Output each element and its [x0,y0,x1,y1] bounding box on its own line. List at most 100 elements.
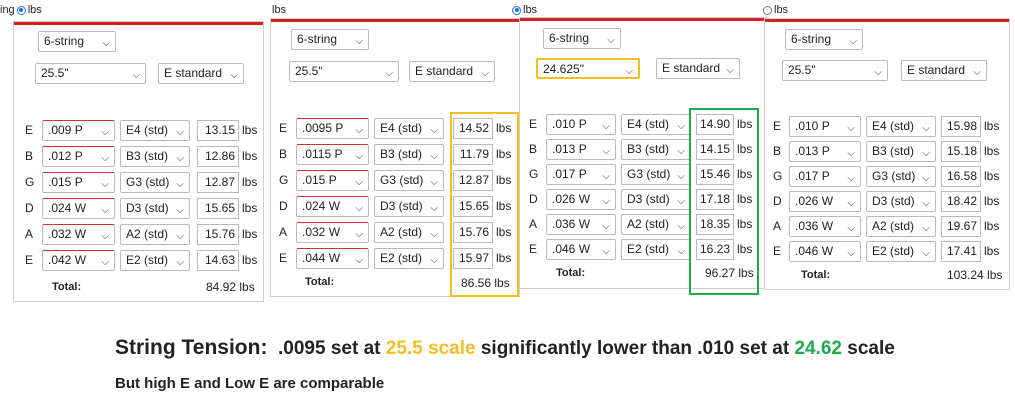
gauge-select[interactable]: .017 P ⌵ [789,166,861,187]
gauge-select[interactable]: .015 P ⌵ [42,172,115,193]
note-select[interactable]: D3 (std) ⌵ [866,191,936,212]
gauge-select[interactable]: .046 W ⌵ [546,239,616,260]
tension-value: 17.41 [941,241,981,262]
note-select[interactable]: E2 (std) ⌵ [120,250,190,271]
note-select[interactable]: D3 (std) ⌵ [621,189,691,210]
note-select[interactable]: G3 (std) ⌵ [621,164,691,185]
chevron-down-icon: ⌵ [874,67,882,78]
scale-select[interactable]: 24.625" ⌵ [536,58,640,79]
note-select[interactable]: B3 (std) ⌵ [120,146,190,167]
lbs-radio[interactable] [16,5,26,15]
note-select[interactable]: A2 (std) ⌵ [866,216,936,237]
scale-select[interactable]: 25.5" ⌵ [782,60,888,81]
chevron-down-icon: ⌵ [847,173,855,184]
note-select[interactable]: B3 (std) ⌵ [866,141,936,162]
unit-selector-3: lbs [512,4,537,16]
scale-select[interactable]: 25.5" ⌵ [35,63,146,84]
tension-value: 16.58 [941,166,981,187]
gauge-select[interactable]: .0095 P ⌵ [296,118,369,139]
chevron-down-icon: ⌵ [430,255,438,266]
string-count-select[interactable]: 6-string ⌵ [543,28,621,49]
chevron-down-icon: ⌵ [677,246,685,257]
scale-select[interactable]: 25.5" ⌵ [289,61,399,82]
gauge-select[interactable]: .009 P ⌵ [42,120,115,141]
panel-accent-bar [520,18,768,21]
string-name: B [773,144,782,158]
chevron-down-icon: ⌵ [677,221,685,232]
total-label: Total: [556,267,586,279]
note-select[interactable]: G3 (std) ⌵ [120,172,190,193]
chevron-down-icon: ⌵ [430,203,438,214]
panel-accent-bar [271,19,519,22]
chevron-down-icon: ⌵ [101,205,109,216]
chevron-down-icon: ⌵ [355,203,363,214]
chevron-down-icon: ⌵ [847,198,855,209]
note-select[interactable]: B3 (std) ⌵ [374,144,444,165]
note-select[interactable]: A2 (std) ⌵ [374,222,444,243]
string-name: B [25,149,34,163]
chevron-down-icon: ⌵ [625,66,633,77]
note-select[interactable]: D3 (std) ⌵ [120,198,190,219]
string-name: E [529,117,538,131]
gauge-select[interactable]: .032 W ⌵ [296,222,369,243]
chevron-down-icon: ⌵ [355,125,363,136]
lbs-radio[interactable] [512,5,521,15]
note-select[interactable]: E2 (std) ⌵ [621,239,691,260]
gauge-select[interactable]: .024 W ⌵ [296,196,369,217]
gauge-select[interactable]: .0115 P ⌵ [296,144,369,165]
chevron-down-icon: ⌵ [677,171,685,182]
note-select[interactable]: E2 (std) ⌵ [374,248,444,269]
chevron-down-icon: ⌵ [430,229,438,240]
total-value: 103.24 lbs [947,268,1003,282]
note-select[interactable]: B3 (std) ⌵ [621,139,691,160]
gauge-select[interactable]: .026 W ⌵ [546,189,616,210]
chevron-down-icon: ⌵ [101,127,109,138]
chevron-down-icon: ⌵ [922,223,930,234]
gauge-select[interactable]: .026 W ⌵ [789,191,861,212]
gauge-select[interactable]: .015 P ⌵ [296,170,369,191]
gauge-select[interactable]: .024 W ⌵ [42,198,115,219]
string-name: E [529,242,538,256]
gauge-select[interactable]: .013 P ⌵ [789,141,861,162]
string-count-select[interactable]: 6-string ⌵ [38,31,116,52]
caption-part-1: .0095 set at [278,338,381,359]
note-select[interactable]: E2 (std) ⌵ [866,241,936,262]
tuning-select[interactable]: E standard ⌵ [158,63,244,84]
note-select[interactable]: G3 (std) ⌵ [866,166,936,187]
string-count-select[interactable]: 6-string ⌵ [785,29,863,50]
gauge-select[interactable]: .013 P ⌵ [546,139,616,160]
tuning-select[interactable]: E standard ⌵ [901,60,987,81]
lbs-radio-label: lbs [523,4,538,16]
chevron-down-icon: ⌵ [230,70,238,81]
note-select[interactable]: D3 (std) ⌵ [374,196,444,217]
gauge-select[interactable]: .032 W ⌵ [42,224,115,245]
string-name: E [279,121,288,135]
note-select[interactable]: E4 (std) ⌵ [621,114,691,135]
lbs-radio[interactable] [763,5,772,15]
note-select[interactable]: G3 (std) ⌵ [374,170,444,191]
chevron-down-icon: ⌵ [849,36,857,47]
string-count-select[interactable]: 6-string ⌵ [291,29,369,50]
chevron-down-icon: ⌵ [922,173,930,184]
note-select[interactable]: E4 (std) ⌵ [120,120,190,141]
chevron-down-icon: ⌵ [847,248,855,259]
tuning-select[interactable]: E standard ⌵ [409,61,495,82]
chevron-down-icon: ⌵ [602,221,610,232]
gauge-select[interactable]: .044 W ⌵ [296,248,369,269]
gauge-select[interactable]: .046 W ⌵ [789,241,861,262]
note-select[interactable]: A2 (std) ⌵ [621,214,691,235]
tuning-select[interactable]: E standard ⌵ [656,58,740,79]
note-select[interactable]: E4 (std) ⌵ [374,118,444,139]
gauge-select[interactable]: .036 W ⌵ [546,214,616,235]
note-select[interactable]: A2 (std) ⌵ [120,224,190,245]
gauge-select[interactable]: .010 P ⌵ [789,116,861,137]
chevron-down-icon: ⌵ [607,35,615,46]
tension-unit: lbs [242,123,258,137]
gauge-select[interactable]: .036 W ⌵ [789,216,861,237]
gauge-select[interactable]: .042 W ⌵ [42,250,115,271]
gauge-select[interactable]: .012 P ⌵ [42,146,115,167]
note-select[interactable]: E4 (std) ⌵ [866,116,936,137]
gauge-select[interactable]: .010 P ⌵ [546,114,616,135]
gauge-select[interactable]: .017 P ⌵ [546,164,616,185]
total-label: Total: [52,281,82,293]
